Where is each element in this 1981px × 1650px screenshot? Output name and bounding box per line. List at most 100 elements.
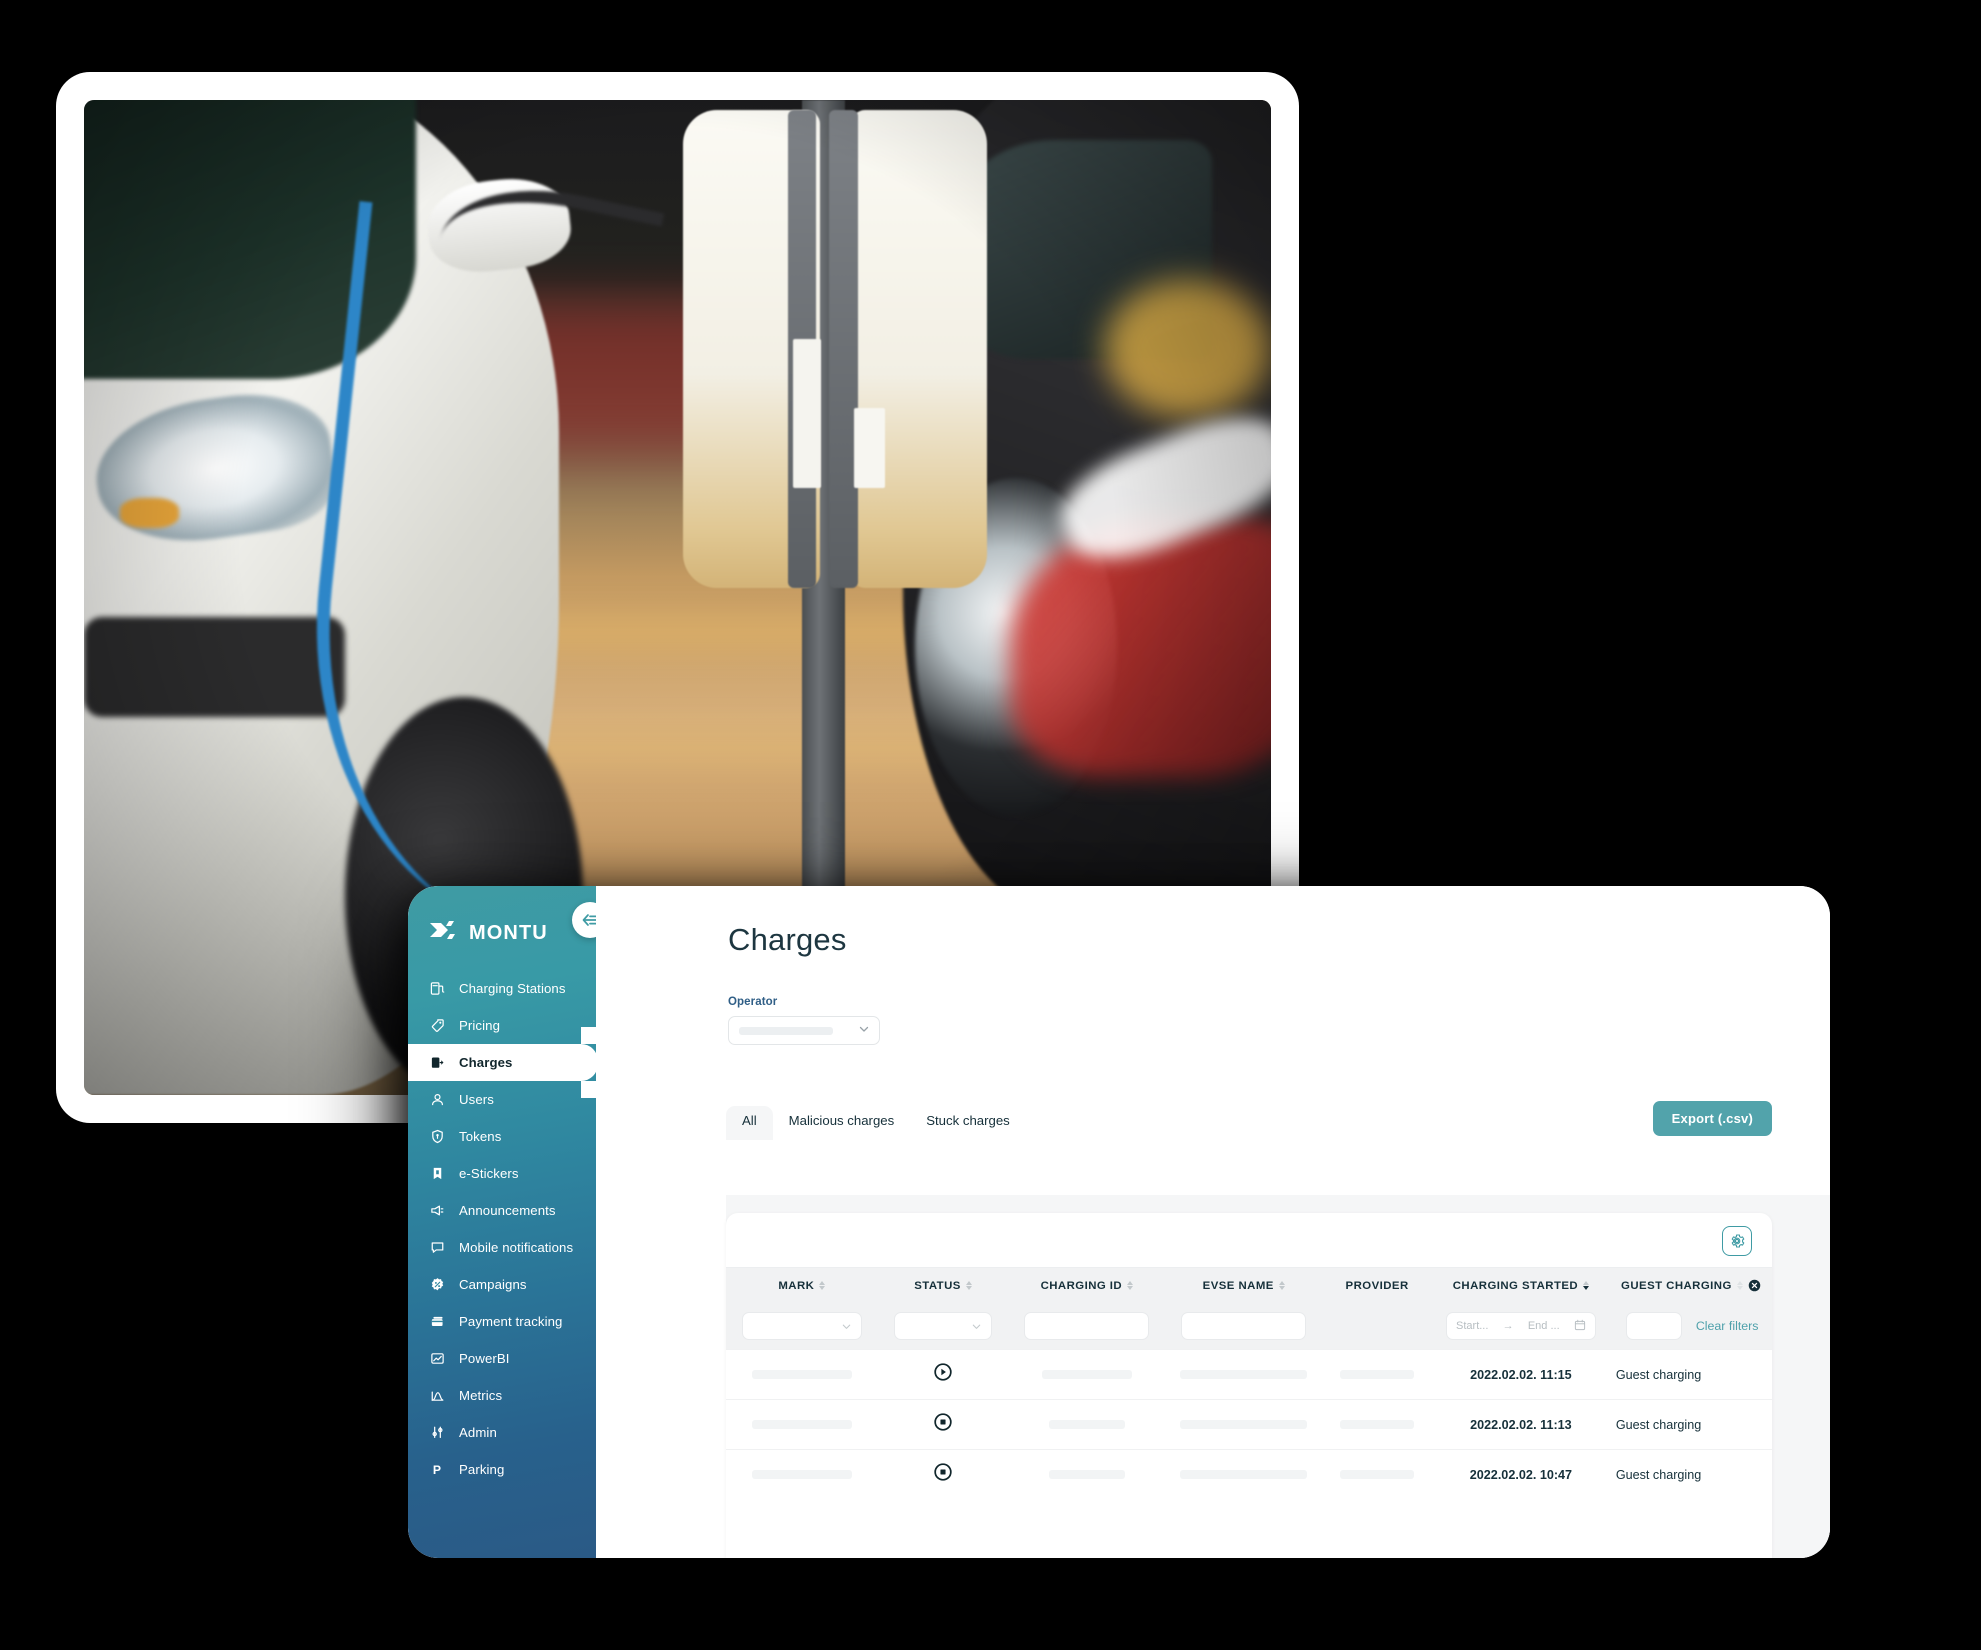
cell-charging-started: 2022.02.02. 11:15 — [1470, 1367, 1572, 1382]
brand: MONTU — [408, 894, 596, 970]
sort-arrows-icon[interactable] — [819, 1281, 826, 1290]
user-icon — [429, 1091, 446, 1108]
shield-key-icon — [429, 1128, 446, 1145]
chat-bubble-icon — [429, 1239, 446, 1256]
tab-stuck-charges[interactable]: Stuck charges — [910, 1106, 1026, 1140]
table-toolbar — [726, 1213, 1772, 1268]
credit-card-icon — [429, 1313, 446, 1330]
sidebar-item-parking[interactable]: P Parking — [408, 1451, 596, 1488]
sidebar-item-metrics[interactable]: Metrics — [408, 1377, 596, 1414]
sidebar-item-admin[interactable]: Admin — [408, 1414, 596, 1451]
gear-icon — [1731, 1234, 1745, 1248]
sidebar-item-charging-stations[interactable]: Charging Stations — [408, 970, 596, 1007]
column-header-charging-id[interactable]: CHARGING ID — [1008, 1268, 1165, 1303]
column-header-mark[interactable]: MARK — [726, 1268, 878, 1303]
column-header-charging-started[interactable]: CHARGING STARTED — [1432, 1268, 1610, 1303]
filter-charging-id-input[interactable] — [1024, 1312, 1150, 1340]
export-csv-button[interactable]: Export (.csv) — [1652, 1101, 1772, 1136]
column-header-guest-charging[interactable]: GUEST CHARGING — [1610, 1268, 1772, 1303]
table-row[interactable]: 2022.02.02. 10:47 Guest charging — [726, 1449, 1772, 1500]
clear-filters-link[interactable]: Clear filters — [1696, 1319, 1759, 1333]
charges-table: MARK STATUS CHARGING ID EVSE NAME PROVID… — [726, 1268, 1772, 1500]
sort-arrows-icon[interactable] — [1736, 1281, 1743, 1290]
filter-evse-name-input[interactable] — [1181, 1312, 1307, 1340]
page-title: Charges — [728, 922, 847, 957]
sidebar-item-label: e-Stickers — [459, 1166, 519, 1181]
badge-percent-icon — [429, 1276, 446, 1293]
operator-filter-label: Operator — [728, 996, 778, 1008]
cell-guest-charging: Guest charging — [1615, 1467, 1702, 1482]
table-settings-button[interactable] — [1722, 1226, 1752, 1256]
tabs-row: All Malicious charges Stuck charges Expo… — [596, 1045, 1830, 1140]
filter-date-range[interactable]: Start... → End ... — [1446, 1312, 1596, 1340]
sidebar-item-users[interactable]: Users — [408, 1081, 596, 1118]
sidebar-item-label: Metrics — [459, 1388, 503, 1403]
megaphone-icon — [429, 1202, 446, 1219]
sidebar: MONTU Charging Stations Pricing Charges … — [408, 886, 608, 1558]
filter-status-select[interactable] — [893, 1312, 993, 1340]
table-row[interactable]: 2022.02.02. 11:13 Guest charging — [726, 1399, 1772, 1450]
sidebar-item-payment-tracking[interactable]: Payment tracking — [408, 1303, 596, 1340]
metrics-curve-icon — [429, 1387, 446, 1404]
operator-select[interactable] — [728, 1016, 880, 1045]
date-start-placeholder: Start... — [1456, 1320, 1489, 1332]
column-header-provider[interactable]: PROVIDER — [1322, 1268, 1432, 1303]
stop-circle-icon — [933, 1413, 953, 1436]
parking-p-icon: P — [429, 1461, 446, 1478]
table-card: MARK STATUS CHARGING ID EVSE NAME PROVID… — [726, 1213, 1772, 1558]
sort-arrows-icon[interactable] — [965, 1281, 972, 1290]
sidebar-item-pricing[interactable]: Pricing — [408, 1007, 596, 1044]
cell-charging-started: 2022.02.02. 10:47 — [1469, 1467, 1573, 1482]
table-filter-row: Start... → End ... Clear filters — [726, 1303, 1772, 1350]
chevron-down-icon — [842, 1324, 850, 1329]
table-header-row: MARK STATUS CHARGING ID EVSE NAME PROVID… — [726, 1268, 1772, 1303]
charging-station-icon — [429, 980, 446, 997]
sliders-icon — [429, 1424, 446, 1441]
sidebar-item-label: Tokens — [459, 1129, 502, 1144]
chart-image-icon — [429, 1350, 446, 1367]
sidebar-item-label: Users — [459, 1092, 494, 1107]
sort-descending-icon[interactable] — [1583, 1281, 1590, 1290]
cell-guest-charging: Guest charging — [1615, 1367, 1702, 1382]
cell-charging-started: 2022.02.02. 11:13 — [1470, 1417, 1572, 1432]
sidebar-item-label: Admin — [459, 1425, 497, 1440]
dashboard-window: MONTU Charging Stations Pricing Charges … — [408, 886, 1830, 1558]
sidebar-item-tokens[interactable]: Tokens — [408, 1118, 596, 1155]
date-end-placeholder: End ... — [1527, 1320, 1560, 1332]
sidebar-item-label: PowerBI — [459, 1351, 510, 1366]
filter-mark-select[interactable] — [742, 1312, 862, 1340]
sticker-icon — [429, 1165, 446, 1182]
table-area: MARK STATUS CHARGING ID EVSE NAME PROVID… — [726, 1195, 1830, 1558]
sidebar-item-label: Charging Stations — [459, 981, 566, 996]
chevron-down-icon — [858, 1022, 870, 1040]
filter-guest-charging-input[interactable] — [1625, 1312, 1682, 1340]
tag-icon — [429, 1017, 446, 1034]
tab-all[interactable]: All — [726, 1106, 773, 1140]
sidebar-item-campaigns[interactable]: Campaigns — [408, 1266, 596, 1303]
close-circle-icon[interactable] — [1748, 1279, 1761, 1292]
sort-arrows-icon[interactable] — [1278, 1281, 1285, 1290]
sidebar-item-mobile-notifications[interactable]: Mobile notifications — [408, 1229, 596, 1266]
sidebar-item-e-stickers[interactable]: e-Stickers — [408, 1155, 596, 1192]
svg-text:P: P — [433, 1463, 441, 1477]
sidebar-item-label: Pricing — [459, 1018, 501, 1033]
table-body: 2022.02.02. 11:15 Guest charging 2022.02… — [726, 1349, 1772, 1500]
sidebar-item-powerbi[interactable]: PowerBI — [408, 1340, 596, 1377]
cell-guest-charging: Guest charging — [1615, 1417, 1702, 1432]
sidebar-item-label: Announcements — [459, 1203, 556, 1218]
column-header-evse-name[interactable]: EVSE NAME — [1165, 1268, 1322, 1303]
sidebar-nav: Charging Stations Pricing Charges Users … — [408, 970, 598, 1488]
stop-circle-icon — [933, 1463, 953, 1486]
battery-bolt-icon — [429, 1054, 446, 1071]
calendar-icon[interactable] — [1574, 1319, 1586, 1334]
sidebar-item-charges[interactable]: Charges — [408, 1027, 598, 1098]
tab-malicious-charges[interactable]: Malicious charges — [773, 1106, 911, 1140]
column-header-status[interactable]: STATUS — [878, 1268, 1009, 1303]
date-arrow: → — [1502, 1320, 1514, 1332]
screenshot-stage: MONTU Charging Stations Pricing Charges … — [0, 0, 1981, 1650]
sidebar-item-label: Payment tracking — [459, 1314, 563, 1329]
sort-arrows-icon[interactable] — [1127, 1281, 1134, 1290]
table-row[interactable]: 2022.02.02. 11:15 Guest charging — [726, 1349, 1772, 1400]
sidebar-item-announcements[interactable]: Announcements — [408, 1192, 596, 1229]
operator-select-value — [739, 1026, 833, 1035]
